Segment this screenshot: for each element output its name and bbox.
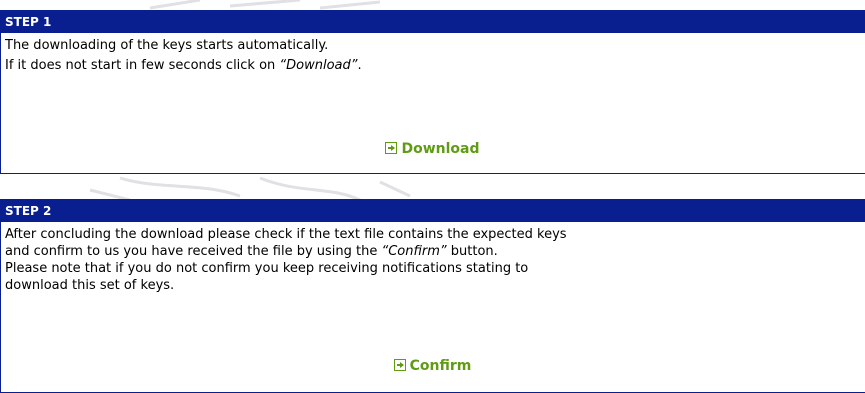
step-1-text-line-2-suffix: . bbox=[357, 58, 362, 73]
step-1-download-reference: “Download” bbox=[279, 58, 358, 73]
step-2-header: STEP 2 bbox=[1, 200, 865, 222]
step-1-text-line-2-prefix: If it does not start in few seconds clic… bbox=[5, 58, 280, 73]
step-1-panel: STEP 1 The downloading of the keys start… bbox=[0, 10, 865, 174]
arrow-right-box-icon bbox=[393, 359, 406, 371]
confirm-button[interactable]: Confirm bbox=[393, 358, 472, 374]
step-1-text-line-1: The downloading of the keys starts autom… bbox=[5, 38, 329, 53]
step-2-text-line-4: download this set of keys. bbox=[5, 278, 175, 293]
download-label: Download bbox=[401, 141, 480, 157]
step-1-header: STEP 1 bbox=[1, 11, 865, 33]
step-2-text-line-3: Please note that if you do not confirm y… bbox=[5, 261, 529, 276]
step-2-text-line-2-prefix: and confirm to us you have received the … bbox=[5, 244, 382, 259]
step-2-panel: STEP 2 After concluding the download ple… bbox=[0, 199, 865, 393]
step-2-text-line-2: and confirm to us you have received the … bbox=[1, 243, 865, 260]
step-2-text-line-2-suffix: button. bbox=[446, 244, 498, 259]
confirm-action: Confirm bbox=[1, 358, 864, 374]
step-1-text-line-2: If it does not start in few seconds clic… bbox=[1, 56, 865, 76]
arrow-right-box-icon bbox=[385, 142, 398, 154]
confirm-label: Confirm bbox=[409, 358, 472, 374]
download-button[interactable]: Download bbox=[385, 141, 480, 157]
download-action: Download bbox=[1, 141, 864, 157]
step-2-confirm-reference: “Confirm” bbox=[381, 244, 447, 259]
step-2-text-line-1: After concluding the download please che… bbox=[5, 227, 567, 242]
